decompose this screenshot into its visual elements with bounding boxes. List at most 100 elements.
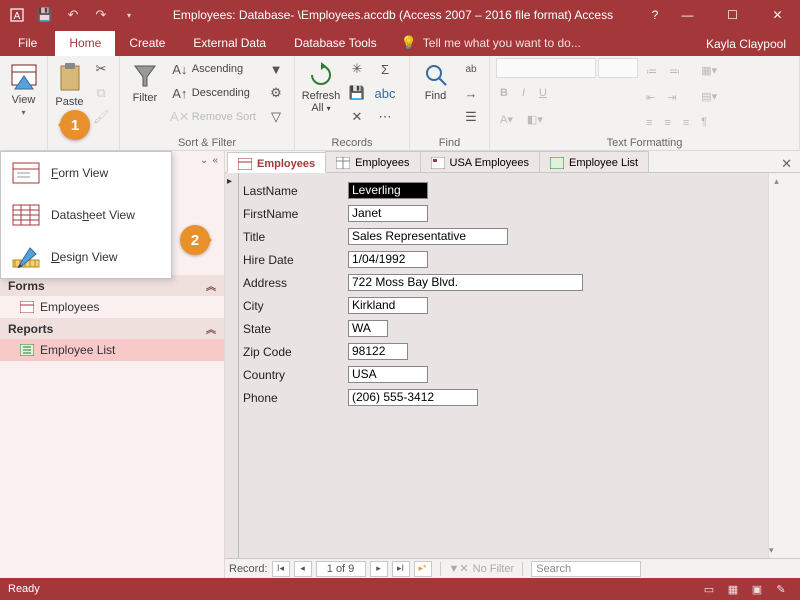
record-search-box[interactable]: Search xyxy=(531,561,641,577)
status-form-view-button[interactable]: ▭ xyxy=(698,580,720,598)
doc-tab-usa-employees[interactable]: USA Employees xyxy=(420,151,540,172)
descending-button[interactable]: A↑Descending xyxy=(168,82,260,104)
save-record-button[interactable]: 💾 xyxy=(345,82,369,104)
nav-section-reports[interactable]: Reports︽ xyxy=(0,318,224,339)
filter-button[interactable]: Filter xyxy=(126,58,164,133)
refresh-all-button[interactable]: RefreshAll ▾ xyxy=(301,58,341,133)
vertical-scrollbar[interactable]: ▴ ▾ xyxy=(768,173,784,558)
tab-home[interactable]: Home xyxy=(55,31,115,56)
new-record-nav-button[interactable]: ▸* xyxy=(414,561,432,577)
field-value[interactable]: 722 Moss Bay Blvd. xyxy=(348,274,583,291)
field-value[interactable]: (206) 555-3412 xyxy=(348,389,478,406)
totals-button[interactable]: Σ xyxy=(373,58,397,80)
user-label[interactable]: Kayla Claypool xyxy=(692,32,800,56)
qat-dropdown-icon[interactable]: ▾ xyxy=(117,3,141,27)
tab-external-data[interactable]: External Data xyxy=(179,31,280,56)
underline-button[interactable]: U xyxy=(535,82,551,104)
ascending-button[interactable]: A↓Ascending xyxy=(168,58,260,80)
field-value[interactable]: USA xyxy=(348,366,428,383)
record-position-box[interactable]: 1 of 9 xyxy=(316,561,366,577)
find-button[interactable]: Find xyxy=(416,58,455,133)
status-design-view-button[interactable]: ✎ xyxy=(770,580,792,598)
save-icon[interactable]: 💾 xyxy=(33,3,57,27)
field-value[interactable]: Janet xyxy=(348,205,428,222)
menu-datasheet-view-label: Datasheet View xyxy=(51,208,135,222)
align-left-button[interactable]: ≡ xyxy=(642,112,656,134)
bold-button[interactable]: B xyxy=(496,82,512,104)
nav-search-icon[interactable]: ⌄ xyxy=(200,155,208,166)
italic-button[interactable]: I xyxy=(518,82,529,104)
format-painter-button[interactable]: 🖌 xyxy=(89,106,113,128)
bullets-button[interactable]: ≔ xyxy=(642,60,661,82)
new-record-button[interactable]: ✳ xyxy=(345,58,369,80)
fill-color-button[interactable]: ◧▾ xyxy=(523,108,547,130)
tell-me-search[interactable]: 💡 Tell me what you want to do... xyxy=(391,30,591,56)
report-icon xyxy=(20,344,34,356)
field-value[interactable]: Kirkland xyxy=(348,297,428,314)
alt-row-color-button[interactable]: ▤▾ xyxy=(697,86,721,108)
gridlines-button[interactable]: ▦▾ xyxy=(697,60,721,82)
form-row: FirstNameJanet xyxy=(243,202,784,225)
align-right-button[interactable]: ≡ xyxy=(679,112,693,134)
font-size-combo[interactable] xyxy=(598,58,638,78)
doc-tab-close-button[interactable]: ✕ xyxy=(773,156,800,172)
select-button[interactable]: ☰ xyxy=(459,106,483,128)
nav-item-report-employee-list[interactable]: Employee List xyxy=(0,339,224,361)
toggle-filter-button[interactable]: ▽ xyxy=(264,106,288,128)
remove-sort-button[interactable]: A✕Remove Sort xyxy=(168,106,260,128)
record-selector[interactable]: ▸ xyxy=(225,173,239,558)
field-label: Address xyxy=(243,276,348,290)
menu-form-view[interactable]: Form View xyxy=(1,152,171,194)
minimize-button[interactable]: ― xyxy=(665,0,710,30)
help-icon[interactable]: ? xyxy=(645,8,665,22)
redo-icon[interactable]: ↷ xyxy=(89,3,113,27)
menu-design-view[interactable]: Design View xyxy=(1,236,171,278)
field-value[interactable]: Leverling xyxy=(348,182,428,199)
menu-datasheet-view[interactable]: Datasheet View xyxy=(1,194,171,236)
view-button[interactable]: View▾ xyxy=(6,58,41,133)
app-icon: A xyxy=(5,3,29,27)
doc-tab-employees-form[interactable]: Employees xyxy=(227,152,326,173)
replace-button[interactable]: ab xyxy=(459,58,483,80)
nav-collapse-icon[interactable]: « xyxy=(212,155,218,166)
table-icon xyxy=(336,157,350,169)
copy-button[interactable]: ⧉ xyxy=(89,82,113,104)
font-name-combo[interactable] xyxy=(496,58,596,78)
font-color-button[interactable]: A▾ xyxy=(496,108,517,130)
field-value[interactable]: 98122 xyxy=(348,343,408,360)
text-direction-button[interactable]: ¶ xyxy=(697,111,721,133)
increase-indent-button[interactable]: ⇥ xyxy=(663,86,680,108)
doc-tab-employees-table[interactable]: Employees xyxy=(325,151,420,172)
prev-record-button[interactable]: ◂ xyxy=(294,561,312,577)
paste-label: Paste xyxy=(55,96,83,108)
status-datasheet-view-button[interactable]: ▦ xyxy=(722,580,744,598)
decrease-indent-button[interactable]: ⇤ xyxy=(642,86,659,108)
tab-file[interactable]: File xyxy=(0,31,55,56)
numbering-button[interactable]: ≕ xyxy=(665,60,684,82)
scroll-down-icon[interactable]: ▾ xyxy=(769,542,774,558)
more-records-button[interactable]: ⋯ xyxy=(373,106,397,128)
last-record-button[interactable]: ▸I xyxy=(392,561,410,577)
first-record-button[interactable]: I◂ xyxy=(272,561,290,577)
next-record-button[interactable]: ▸ xyxy=(370,561,388,577)
close-button[interactable]: ✕ xyxy=(755,0,800,30)
nav-item-form-employees[interactable]: Employees xyxy=(0,296,224,318)
advanced-filter-button[interactable]: ⚙ xyxy=(264,82,288,104)
status-layout-view-button[interactable]: ▣ xyxy=(746,580,768,598)
goto-button[interactable]: → xyxy=(459,82,483,104)
form-row: Zip Code98122 xyxy=(243,340,784,363)
selection-filter-button[interactable]: ▼ xyxy=(264,58,288,80)
cut-button[interactable]: ✂ xyxy=(89,58,113,80)
doc-tab-employee-list[interactable]: Employee List xyxy=(539,151,649,172)
tab-database-tools[interactable]: Database Tools xyxy=(280,31,391,56)
field-value[interactable]: 1/04/1992 xyxy=(348,251,428,268)
field-value[interactable]: WA xyxy=(348,320,388,337)
maximize-button[interactable]: ☐ xyxy=(710,0,755,30)
spelling-button[interactable]: abc xyxy=(373,82,397,104)
undo-icon[interactable]: ↶ xyxy=(61,3,85,27)
align-center-button[interactable]: ≡ xyxy=(660,112,674,134)
field-value[interactable]: Sales Representative xyxy=(348,228,508,245)
scroll-up-icon[interactable]: ▴ xyxy=(769,173,784,189)
tab-create[interactable]: Create xyxy=(115,31,179,56)
delete-record-button[interactable]: ✕ xyxy=(345,106,369,128)
